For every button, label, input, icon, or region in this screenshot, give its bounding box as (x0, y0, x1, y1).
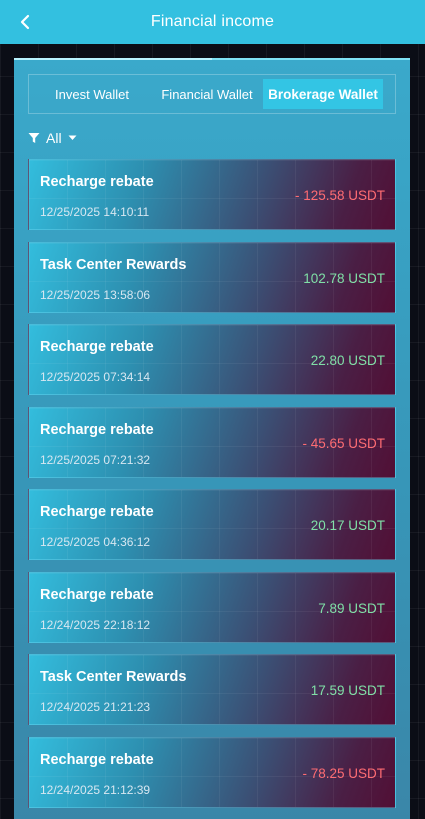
page-title: Financial income (150, 13, 275, 30)
record-card[interactable]: Recharge rebate 12/25/2025 14:10:11 - 125.… (28, 159, 396, 230)
record-amount: 102.78 USDT (303, 270, 385, 286)
record-amount: 20.17 USDT (310, 518, 385, 533)
panel-accent (14, 58, 212, 60)
wallet-panel: Invest Wallet Financial Wallet Brokerage… (14, 58, 410, 819)
record-title: Task Center Rewards (40, 669, 187, 685)
record-amount: - 125.58 USDT (294, 188, 385, 203)
record-amount: 17.59 USDT (310, 683, 385, 698)
filter-label: All (46, 130, 62, 146)
record-title: Recharge rebate (40, 751, 154, 768)
record-amount: - 78.25 USDT (302, 765, 385, 781)
record-time: 12/24/2025 21:21:23 (40, 700, 151, 714)
record-time: 12/25/2025 07:21:32 (40, 452, 151, 467)
chevron-left-icon (20, 14, 30, 30)
caret-down-icon (68, 135, 77, 140)
record-card[interactable]: Recharge rebate 12/25/2025 07:34:14 22.80 … (28, 324, 396, 395)
app-header: Financial income (0, 0, 425, 44)
record-card[interactable]: Recharge rebate 12/25/2025 04:36:12 20.17 … (28, 489, 396, 560)
record-time: 12/25/2025 14:10:11 (40, 205, 150, 219)
record-card[interactable]: Recharge rebate 12/24/2025 22:18:12 7.89 U… (28, 571, 396, 643)
record-title: Recharge rebate (40, 339, 154, 355)
record-title: Recharge rebate (40, 504, 154, 520)
back-button[interactable] (14, 10, 36, 34)
record-amount: - 45.65 USDT (302, 435, 385, 451)
record-card[interactable]: Recharge rebate 12/25/2025 07:21:32 - 45.6… (28, 406, 396, 478)
record-title: Recharge rebate (40, 421, 154, 438)
tab-invest-wallet[interactable]: Invest Wallet (33, 79, 151, 109)
record-time: 12/25/2025 13:58:06 (40, 287, 151, 302)
filter-icon (28, 133, 40, 143)
record-time: 12/24/2025 21:12:39 (40, 782, 151, 797)
tab-brokerage-wallet[interactable]: Brokerage Wallet (263, 79, 383, 109)
record-card[interactable]: Task Center Rewards 12/24/2025 21:21:23 17… (28, 654, 396, 725)
tab-financial-wallet[interactable]: Financial Wallet (151, 79, 263, 109)
record-list: Recharge rebate 12/25/2025 14:10:11 - 125.… (28, 159, 396, 819)
filter-dropdown[interactable]: All (28, 128, 77, 148)
record-title: Task Center Rewards (40, 256, 187, 273)
record-title: Recharge rebate (40, 586, 154, 603)
record-card[interactable]: Recharge rebate 12/24/2025 21:12:39 - 78.2… (28, 736, 396, 808)
wallet-tabs: Invest Wallet Financial Wallet Brokerage… (28, 74, 396, 114)
record-title: Recharge rebate (40, 174, 154, 190)
record-time: 12/24/2025 22:18:12 (40, 617, 151, 632)
record-time: 12/25/2025 07:34:14 (40, 370, 151, 384)
record-amount: 22.80 USDT (310, 353, 385, 368)
record-card[interactable]: Task Center Rewards 12/25/2025 13:58:06 10… (28, 241, 396, 313)
record-amount: 7.89 USDT (318, 600, 385, 616)
record-time: 12/25/2025 04:36:12 (40, 535, 151, 549)
